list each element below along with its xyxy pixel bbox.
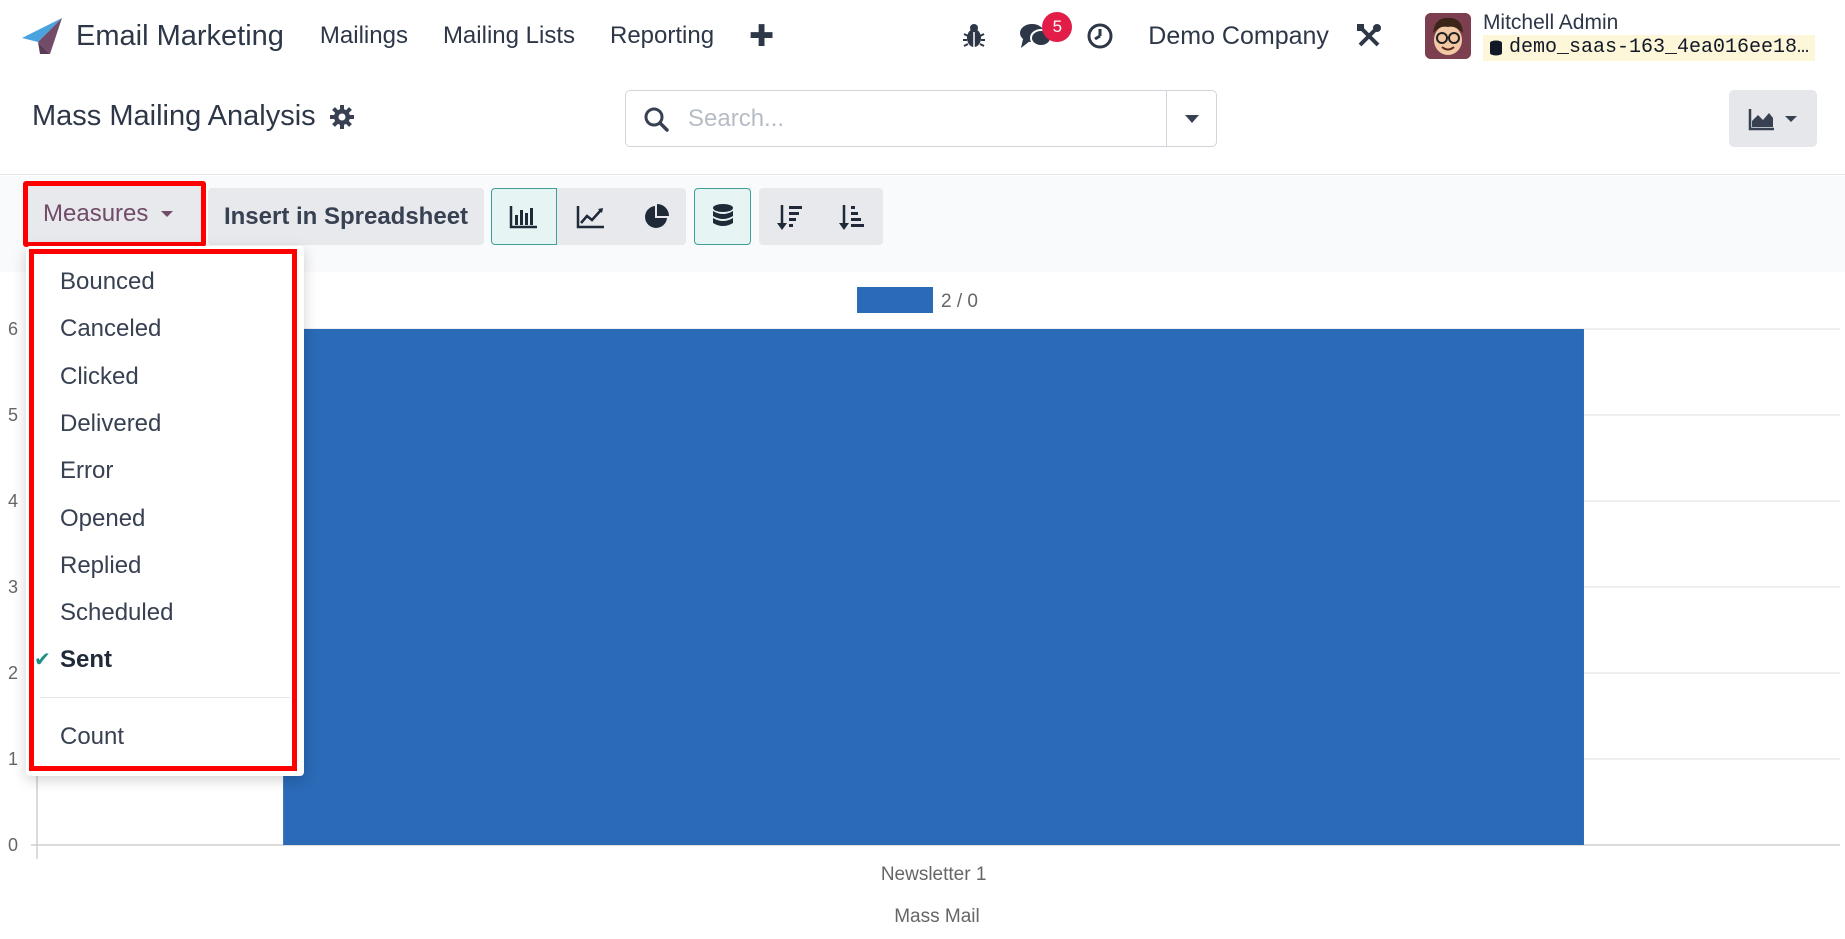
search-input[interactable] [686, 91, 1166, 146]
sort-ascending-icon [839, 204, 864, 230]
user-menu[interactable]: Mitchell Admin demo_saas-163_4ea016ee18… [1424, 11, 1815, 61]
page-title: Mass Mailing Analysis [32, 100, 316, 132]
search-icon [626, 91, 686, 146]
bug-icon[interactable] [954, 16, 994, 56]
gear-icon[interactable] [329, 104, 354, 129]
y-tick-label: 4 [8, 491, 18, 511]
measure-opened[interactable]: Opened [60, 503, 145, 535]
y-tick-label: 0 [8, 835, 18, 855]
plus-icon[interactable]: ✚ [749, 19, 774, 54]
measure-scheduled[interactable]: Scheduled [60, 597, 173, 629]
measure-bounced[interactable]: Bounced [60, 266, 155, 298]
app-name: Email Marketing [76, 19, 284, 52]
sort-descending-button[interactable] [759, 188, 821, 245]
legend-label: 2 / 0 [941, 291, 978, 312]
database-name: demo_saas-163_4ea016ee18… [1482, 35, 1815, 61]
database-stack-icon [712, 203, 733, 226]
y-tick-label: 2 [8, 663, 18, 683]
caret-down-icon [1785, 115, 1797, 122]
clock-icon[interactable] [1080, 16, 1120, 56]
systray: 5 Demo Company Mitchell Admin demo_saas-… [954, 0, 1845, 72]
y-tick-label: 3 [8, 577, 18, 597]
measure-error[interactable]: Error [60, 455, 113, 487]
pie-chart-button[interactable] [625, 188, 686, 245]
user-name: Mitchell Admin [1482, 11, 1619, 34]
company-switcher[interactable]: Demo Company [1148, 22, 1329, 51]
pie-chart-icon [644, 203, 669, 228]
sort-ascending-button[interactable] [821, 188, 883, 245]
caret-down-icon [1184, 114, 1199, 123]
measure-clicked[interactable]: Clicked [60, 361, 139, 393]
app-brand[interactable]: Email Marketing [20, 16, 284, 56]
measure-canceled[interactable]: Canceled [60, 313, 161, 345]
y-tick-label: 6 [8, 319, 18, 339]
menu-mailings[interactable]: Mailings [320, 22, 408, 50]
measure-count[interactable]: Count [60, 721, 124, 753]
x-tick-label: Newsletter 1 [881, 864, 987, 885]
page-title-block: Mass Mailing Analysis [32, 100, 354, 133]
y-tick-label: 5 [8, 405, 18, 425]
view-switcher-button[interactable] [1729, 90, 1817, 147]
legend-swatch [857, 287, 933, 313]
measure-replied[interactable]: Replied [60, 550, 141, 582]
dropdown-divider [40, 697, 290, 698]
control-panel: Mass Mailing Analysis [0, 72, 1845, 175]
bar [283, 329, 1584, 845]
area-chart-icon [1748, 108, 1774, 130]
caret-down-icon [161, 211, 174, 217]
bar-chart-icon [509, 205, 537, 228]
search-options-toggle[interactable] [1166, 91, 1216, 146]
chat-icon[interactable]: 5 [1016, 12, 1073, 56]
menu-reporting[interactable]: Reporting [610, 22, 714, 50]
database-icon [1489, 40, 1502, 56]
search-bar [625, 90, 1217, 147]
email-marketing-logo-icon [22, 18, 62, 54]
line-chart-icon [576, 205, 604, 228]
sort-descending-icon [777, 204, 802, 230]
insert-in-spreadsheet-button[interactable]: Insert in Spreadsheet [208, 188, 484, 245]
database-label: demo_saas-163_4ea016ee18… [1508, 36, 1809, 59]
measures-button[interactable]: Measures [26, 184, 203, 244]
line-chart-button[interactable] [557, 188, 625, 245]
chat-badge: 5 [1042, 12, 1073, 42]
bar-chart-button[interactable] [491, 188, 557, 245]
y-tick-label: 1 [8, 749, 18, 769]
measure-sent[interactable]: Sent [60, 644, 112, 676]
avatar [1424, 13, 1471, 59]
menu-mailing-lists[interactable]: Mailing Lists [443, 22, 575, 50]
tools-icon[interactable] [1349, 16, 1389, 56]
measure-delivered[interactable]: Delivered [60, 408, 161, 440]
x-axis-title: Mass Mail [894, 906, 980, 927]
stacked-toggle-button[interactable] [694, 188, 751, 245]
main-menu: Mailings Mailing Lists Reporting ✚ [320, 19, 774, 54]
check-icon: ✔ [34, 649, 51, 671]
top-navbar: Email Marketing Mailings Mailing Lists R… [0, 0, 1845, 72]
measures-label: Measures [43, 200, 149, 227]
